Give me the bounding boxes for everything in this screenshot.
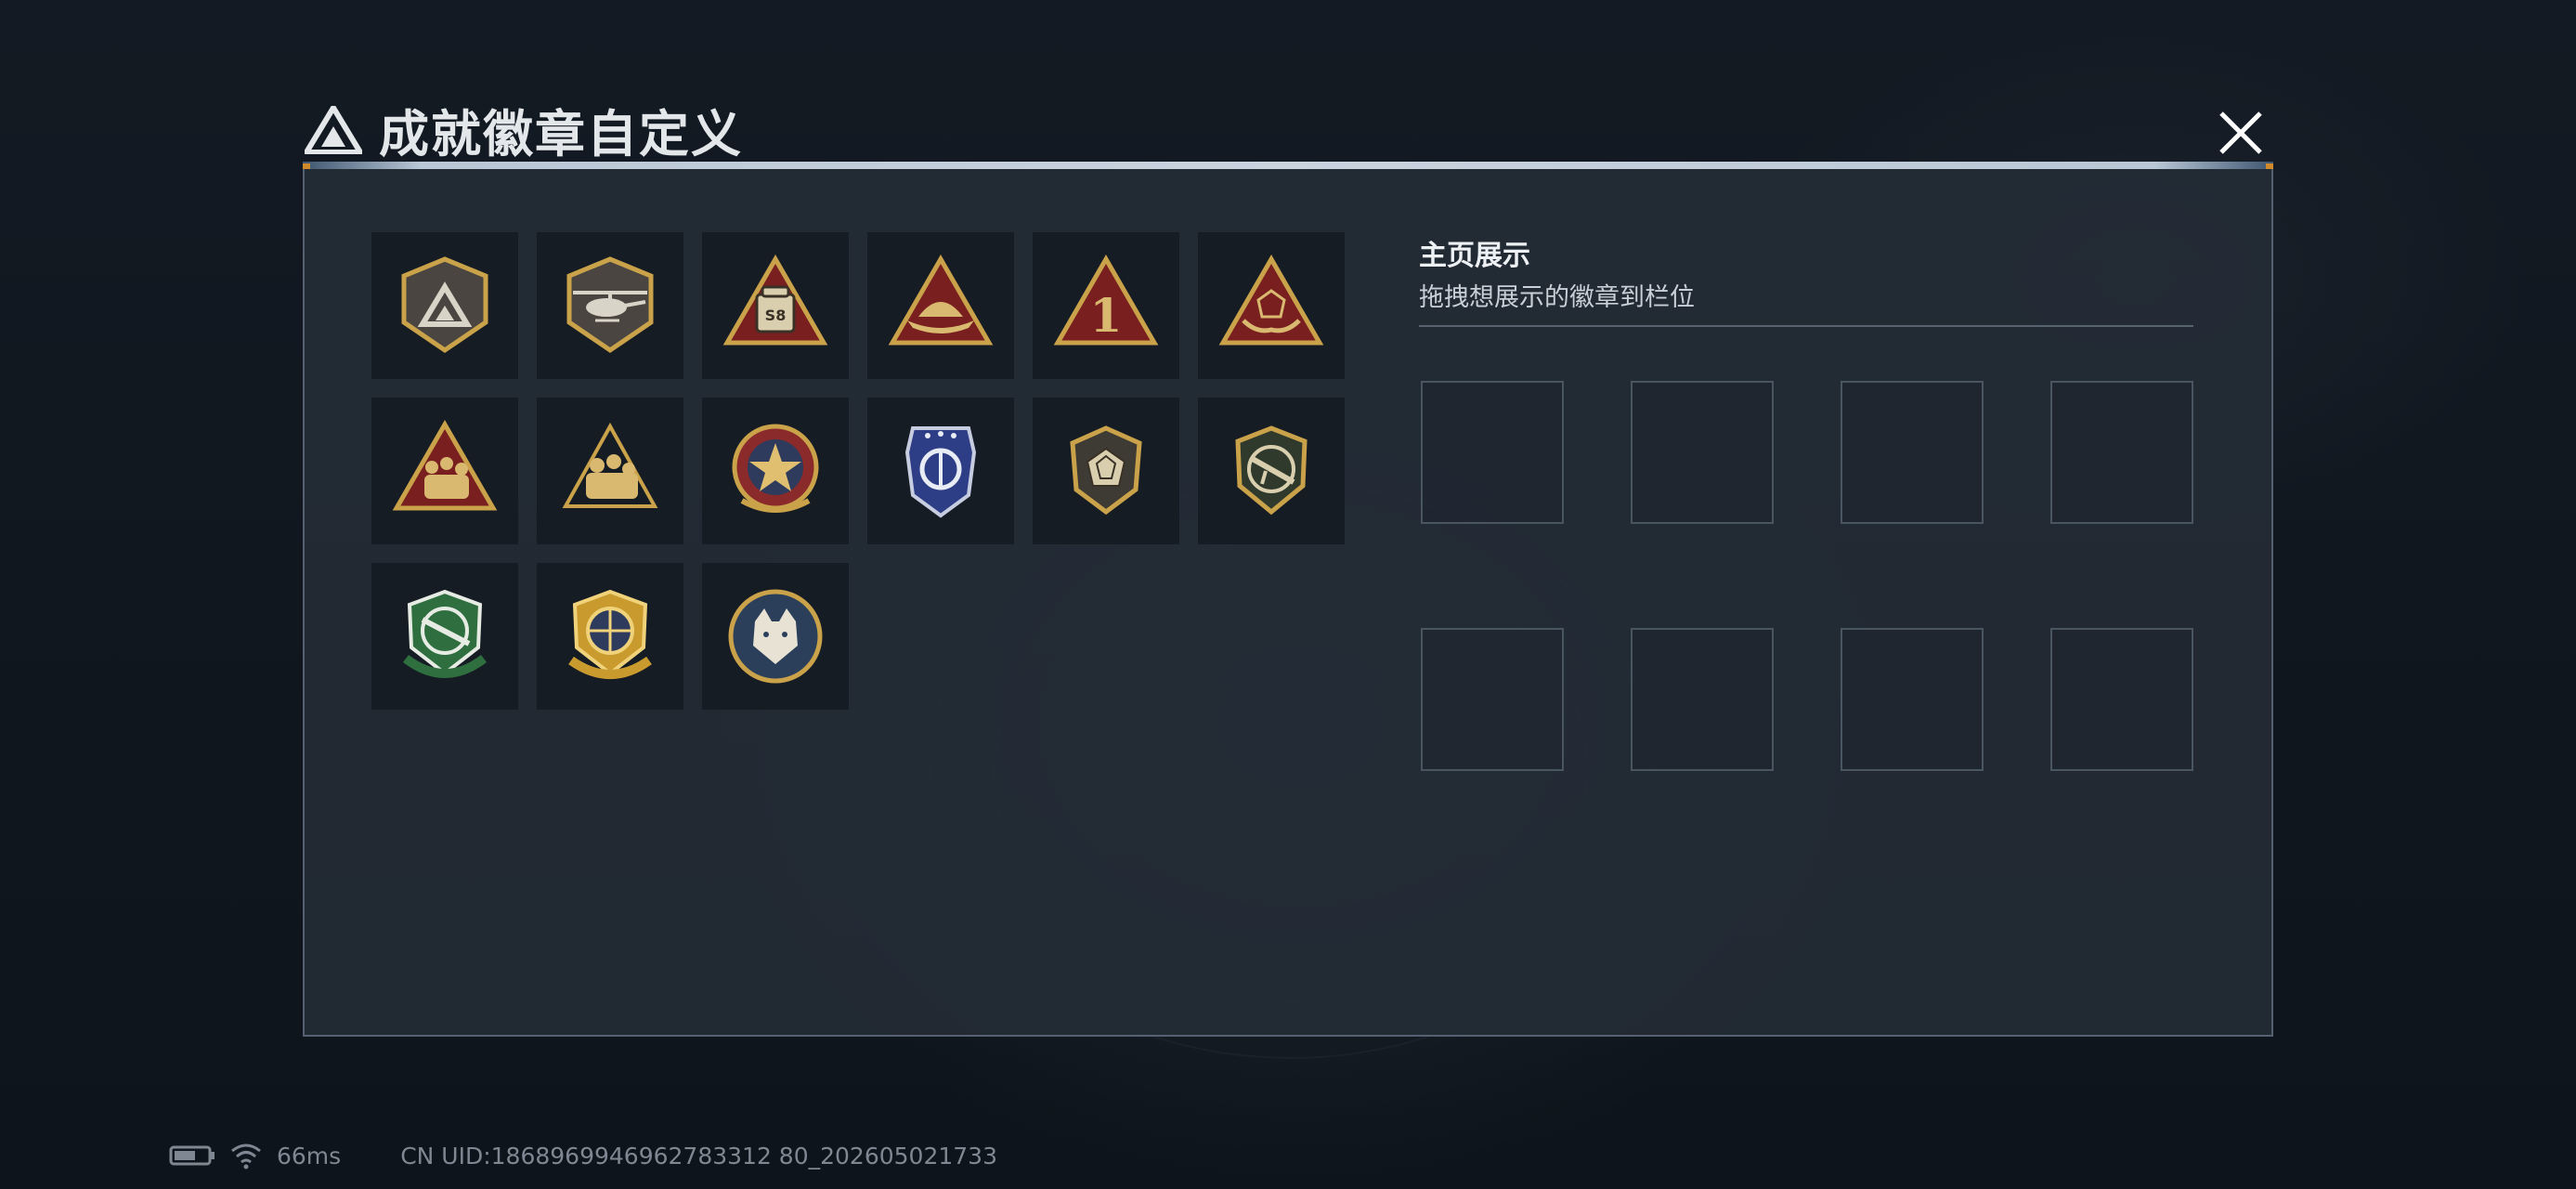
svg-text:S8: S8: [765, 307, 787, 324]
display-section-hint: 拖拽想展示的徽章到栏位: [1419, 283, 1695, 312]
rifle-shield-badge-icon: [1235, 425, 1308, 516]
close-button[interactable]: [2208, 100, 2273, 165]
badge-item[interactable]: [371, 563, 518, 710]
blue-shield-badge-icon: [904, 426, 977, 518]
display-slot-1[interactable]: [1421, 381, 1564, 524]
battery-icon: [169, 1145, 215, 1166]
soldiers-gold-badge-icon: [562, 422, 658, 508]
badge-item[interactable]: S8: [702, 232, 849, 379]
display-slot-5[interactable]: [1421, 628, 1564, 771]
ping-value: 66ms: [277, 1142, 342, 1169]
display-slot-7[interactable]: [1841, 628, 1984, 771]
display-section-title: 主页展示: [1419, 240, 1530, 272]
badge-item[interactable]: [537, 232, 683, 379]
triangle-shield-badge-icon: [401, 256, 488, 354]
badge-item[interactable]: [537, 563, 683, 710]
panel-corner-accent-left: [303, 163, 310, 169]
badge-item[interactable]: [371, 232, 518, 379]
s8-bag-badge-icon: S8: [722, 255, 828, 346]
badge-item[interactable]: [702, 398, 849, 544]
display-slot-2[interactable]: [1631, 381, 1774, 524]
badge-item[interactable]: [371, 398, 518, 544]
badge-item[interactable]: [1198, 232, 1345, 379]
badge-item[interactable]: [1198, 398, 1345, 544]
display-slot-grid: [1421, 381, 2193, 771]
user-uid: CN UID:1868969946962783312 80_2026050217…: [400, 1142, 997, 1169]
gold-crosshair-badge-icon: [568, 589, 652, 679]
display-slot-4[interactable]: [2050, 381, 2193, 524]
badge-item[interactable]: 1: [1033, 232, 1179, 379]
star-seal-badge-icon: [732, 424, 819, 513]
badge-grid: S8 1: [371, 232, 1345, 710]
badge-item[interactable]: [867, 398, 1014, 544]
display-slot-8[interactable]: [2050, 628, 2193, 771]
wifi-icon: [231, 1143, 261, 1169]
badge-item[interactable]: [702, 563, 849, 710]
hands-gem-badge-icon: [1218, 255, 1324, 346]
soldiers-badge-icon: [392, 420, 498, 511]
gem-shield-badge-icon: [1070, 425, 1142, 516]
dialog-header: 成就徽章自定义: [305, 93, 743, 166]
status-bar: 66ms CN UID:1868969946962783312 80_20260…: [169, 1139, 997, 1172]
green-rifle-badge-icon: [402, 589, 488, 678]
number-one-badge-icon: 1: [1053, 255, 1159, 346]
close-icon[interactable]: [2208, 100, 2273, 165]
panel-top-border: [303, 162, 2273, 169]
hat-badge-icon: [888, 255, 994, 346]
panel-corner-accent-right: [2266, 163, 2273, 169]
display-slot-6[interactable]: [1631, 628, 1774, 771]
divider: [1419, 325, 2193, 327]
badge-item[interactable]: [1033, 398, 1179, 544]
wolf-badge-icon: [728, 589, 823, 684]
badge-item[interactable]: [537, 398, 683, 544]
helicopter-badge-icon: [566, 256, 654, 354]
badge-item[interactable]: [867, 232, 1014, 379]
display-slot-3[interactable]: [1841, 381, 1984, 524]
triangle-logo-icon: [305, 105, 362, 154]
svg-text:1: 1: [1090, 288, 1123, 343]
page-title: 成就徽章自定义: [379, 105, 743, 163]
